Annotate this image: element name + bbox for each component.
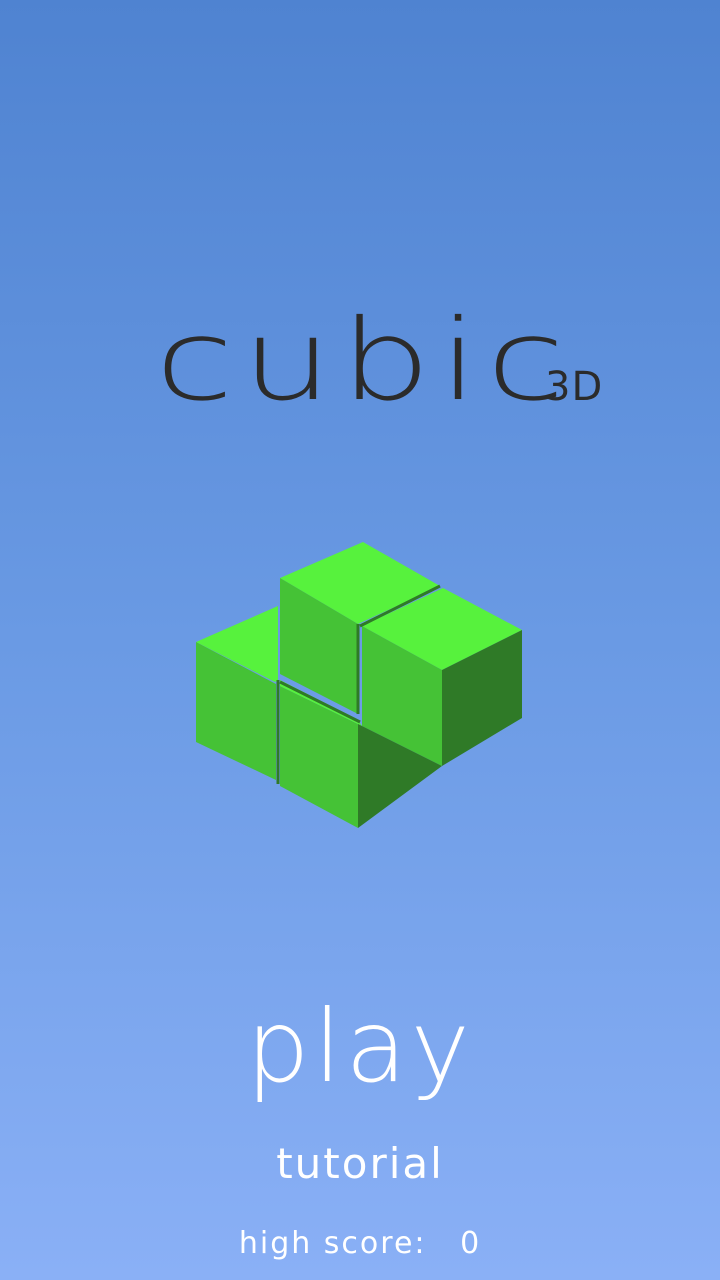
high-score-value: 0 (460, 1226, 482, 1261)
title-logo: cubic 3D (155, 305, 645, 425)
high-score: high score: 0 (0, 1224, 720, 1264)
tutorial-button[interactable]: tutorial (0, 1138, 720, 1190)
play-button[interactable]: play (0, 992, 720, 1102)
title-text: cubic (155, 296, 573, 426)
green-cube-cluster-icon (196, 542, 522, 828)
high-score-label: high score: (238, 1226, 427, 1261)
title-subtext: 3D (545, 364, 604, 410)
